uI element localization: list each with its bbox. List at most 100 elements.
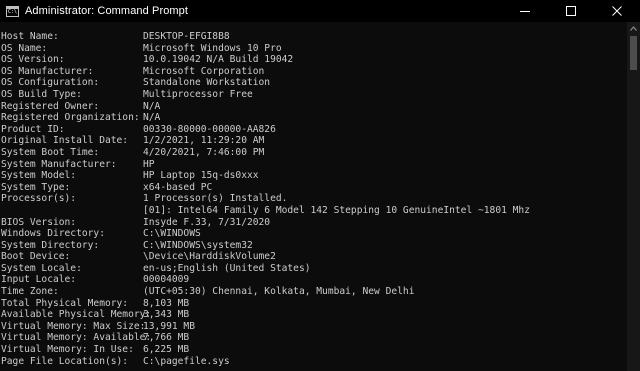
console-line: Product ID: 00330-80000-00000-AA826 [0,124,626,136]
property-label: Windows Directory: [1,228,105,240]
property-value: 3,343 MB [143,309,190,321]
console-line: Boot Device: \Device\HarddiskVolume2 [0,251,626,263]
console-line: OS Configuration: Standalone Workstation [0,77,626,89]
console-line: Available Physical Memory: 3,343 MB [0,309,626,321]
close-button[interactable] [594,0,640,22]
property-label: OS Manufacturer: [1,65,94,77]
console-line: OS Manufacturer: Microsoft Corporation [0,66,626,78]
window-title: Administrator: Command Prompt [25,5,189,17]
command-prompt-window: C:\ Administrator: Command Prompt Host N… [0,0,640,371]
property-value: 6,225 MB [143,344,190,356]
property-label: System Directory: [1,239,100,251]
chevron-up-icon [630,25,637,31]
console-line: Total Physical Memory: 8,103 MB [0,298,626,310]
property-label: Virtual Memory: Max Size: [1,320,146,332]
console-line: System Type: x64-based PC [0,182,626,194]
property-label: OS Version: [1,54,65,66]
property-label: OS Configuration: [1,77,100,89]
minimize-icon [520,11,530,12]
property-label: Virtual Memory: Available: [1,332,152,344]
property-label: Boot Device: [1,251,71,263]
property-label: System Manufacturer: [1,158,117,170]
console-line: Windows Directory: C:\WINDOWS [0,228,626,240]
property-value: N/A [143,112,161,124]
property-value: [01]: Intel64 Family 6 Model 142 Steppin… [143,204,530,216]
property-label: Total Physical Memory: [1,297,129,309]
console-line: [01]: Intel64 Family 6 Model 142 Steppin… [0,205,626,217]
property-label: Product ID: [1,123,65,135]
property-value: HP [143,158,155,170]
minimize-button[interactable] [502,0,548,22]
property-label: Registered Owner: [1,100,100,112]
title-bar[interactable]: C:\ Administrator: Command Prompt [0,0,640,22]
property-label: System Model: [1,170,77,182]
console-line: Time Zone: (UTC+05:30) Chennai, Kolkata, … [0,286,626,298]
property-label: Virtual Memory: In Use: [1,344,134,356]
property-value: 1 Processor(s) Installed. [143,193,288,205]
property-label: System Boot Time: [1,146,100,158]
console-line: Virtual Memory: In Use: 6,225 MB [0,344,626,356]
property-label: Time Zone: [1,286,59,298]
app-icon-text: C:\ [8,8,18,15]
property-value: en-us;English (United States) [143,262,311,274]
property-value: x64-based PC [143,181,213,193]
console-line: System Boot Time: 4/20/2021, 7:46:00 PM [0,147,626,159]
command-prompt-icon[interactable]: C:\ [6,5,19,17]
property-value: 13,991 MB [143,320,195,332]
property-label: BIOS Version: [1,216,77,228]
property-value: 00330-80000-00000-AA826 [143,123,276,135]
window-controls [502,0,640,22]
property-label: Input Locale: [1,274,77,286]
property-label: Available Physical Memory: [1,309,152,321]
property-value: C:\pagefile.sys [143,355,230,367]
maximize-icon [566,6,576,16]
scroll-up-button[interactable] [627,22,640,34]
property-value: C:\WINDOWS\system32 [143,239,253,251]
console-line: Registered Owner: N/A [0,101,626,113]
property-value: 7,766 MB [143,332,190,344]
property-value: (UTC+05:30) Chennai, Kolkata, Mumbai, Ne… [143,286,415,298]
property-value: DESKTOP-EFGI8B8 [143,31,230,42]
console-line: Virtual Memory: Available: 7,766 MB [0,332,626,344]
property-label: OS Build Type: [1,88,82,100]
console-line: System Model: HP Laptop 15q-ds0xxx [0,170,626,182]
console-line: Virtual Memory: Max Size: 13,991 MB [0,321,626,333]
property-value: HP Laptop 15q-ds0xxx [143,170,259,182]
property-label: Original Install Date: [1,135,129,147]
property-value: 00004009 [143,274,190,286]
console-line: System Directory: C:\WINDOWS\system32 [0,240,626,252]
property-value: 4/20/2021, 7:46:00 PM [143,146,265,158]
property-label: Page File Location(s): [1,355,129,367]
property-value: C:\WINDOWS [143,228,201,240]
console-line: Original Install Date: 1/2/2021, 11:29:20… [0,135,626,147]
console-line: BIOS Version: Insyde F.33, 7/31/2020 [0,217,626,229]
console-line: Page File Location(s): C:\pagefile.sys [0,356,626,368]
property-label: Registered Organization: [1,112,140,124]
console-line: System Locale: en-us;English (United Stat… [0,263,626,275]
maximize-button[interactable] [548,0,594,22]
console-output[interactable]: Host Name: DESKTOP-EFGI8B8 OS Name: Microso… [0,31,626,371]
console-line: System Manufacturer: HP [0,159,626,171]
property-value: 1/2/2021, 11:29:20 AM [143,135,265,147]
console-line: OS Build Type: Multiprocessor Free [0,89,626,101]
console-line: Processor(s): 1 Processor(s) Installed. [0,193,626,205]
property-value: N/A [143,100,161,112]
property-label: System Locale: [1,262,82,274]
property-label: Host Name: [1,31,59,42]
console-line: Host Name: DESKTOP-EFGI8B8 [0,31,626,43]
property-label: OS Name: [1,42,48,54]
console-line: OS Version: 10.0.19042 N/A Build 19042 [0,54,626,66]
console-line: Registered Organization: N/A [0,112,626,124]
console-line: Input Locale: 00004009 [0,274,626,286]
property-value: \Device\HarddiskVolume2 [143,251,276,263]
scrollbar-thumb[interactable] [630,36,637,70]
property-label: System Type: [1,181,71,193]
close-icon [612,6,622,16]
property-value: Standalone Workstation [143,77,271,89]
property-value: Microsoft Corporation [143,65,265,77]
vertical-scrollbar[interactable] [627,22,640,371]
console-line: OS Name: Microsoft Windows 10 Pro [0,43,626,55]
property-label: Processor(s): [1,193,77,205]
property-value: 8,103 MB [143,297,190,309]
property-value: Insyde F.33, 7/31/2020 [143,216,271,228]
